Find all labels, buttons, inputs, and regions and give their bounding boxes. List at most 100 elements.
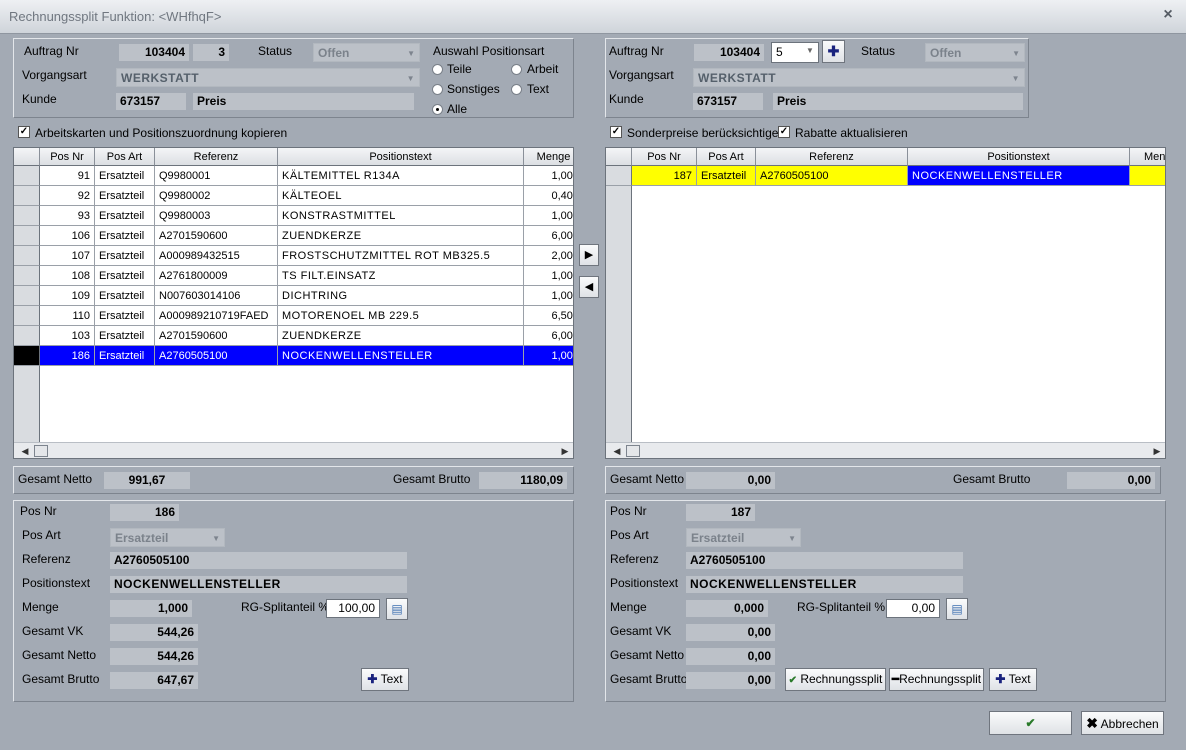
column-header-pos-art[interactable]: Pos Art	[697, 148, 756, 166]
row-indicator[interactable]	[606, 166, 632, 186]
radio-teile[interactable]	[432, 64, 443, 75]
sonderpreise-label: Sonderpreise berücksichtigen	[627, 126, 786, 140]
right-label-positionstext: Positionstext	[610, 576, 679, 590]
left-gesamt-netto: 991,67	[104, 472, 190, 489]
left-status-select[interactable]: Offen ▼	[313, 43, 420, 62]
table-cell-ref: A000989210719FAED	[155, 306, 278, 326]
table-row[interactable]: 186 Ersatzteil A2760505100 NOCKENWELLENSTEL…	[14, 346, 573, 366]
left-hscrollbar[interactable]: ◀ ▶	[14, 442, 573, 458]
right-detail-positionstext: NOCKENWELLENSTELLER	[686, 576, 963, 593]
table-cell-menge: 6,500	[524, 306, 573, 326]
row-indicator[interactable]	[14, 246, 40, 266]
cancel-button[interactable]: ✖ Abbrechen	[1081, 711, 1164, 735]
row-indicator[interactable]	[14, 226, 40, 246]
table-row[interactable]: 187 Ersatzteil A2760505100 NOCKENWELLENSTEL…	[606, 166, 1165, 186]
left-rg-splitanteil-input[interactable]: 100,00	[326, 599, 380, 618]
table-row[interactable]: 108 Ersatzteil A2761800009 TS FILT.EINSATZ 1…	[14, 266, 573, 286]
table-cell-pos: 187	[632, 166, 697, 186]
left-add-text-button[interactable]: ✚ Text	[361, 668, 409, 691]
table-cell-pos: 107	[40, 246, 95, 266]
table-row[interactable]: 109ErsatzteilN007603014106DICHTRING1,000	[14, 286, 573, 306]
table-cell-pos: 186	[40, 346, 95, 366]
scroll-left-icon[interactable]: ◀	[610, 444, 624, 458]
right-auftrag-sub-select[interactable]: 5 ▼	[771, 42, 819, 63]
table-row[interactable]: 110 Ersatzteil A000989210719FAED MOTORENOEL…	[14, 306, 573, 326]
rabatte-label: Rabatte aktualisieren	[795, 126, 908, 140]
left-label-gesamt-netto: Gesamt Netto	[18, 472, 93, 486]
right-add-text-button[interactable]: ✚ Text	[989, 668, 1037, 691]
column-header-pos-nr[interactable]: Pos Nr	[40, 148, 95, 166]
scroll-thumb[interactable]	[34, 445, 48, 457]
table-cell-art: Ersatzteil	[95, 206, 155, 226]
right-vorgangsart-select[interactable]: WERKSTATT ▼	[693, 68, 1025, 87]
column-header-menge[interactable]: Menge	[524, 148, 573, 166]
left-label-positionstext: Positionstext	[22, 576, 91, 590]
table-cell-pos: 106	[40, 226, 95, 246]
column-header-pos-art[interactable]: Pos Art	[95, 148, 155, 166]
right-label-gesamt-brutto-detail: Gesamt Brutto	[610, 672, 688, 686]
move-left-button[interactable]: ◀	[579, 276, 599, 298]
row-indicator[interactable]	[14, 166, 40, 186]
right-add-auftrag-button[interactable]: ✚	[822, 40, 845, 63]
table-cell-art: Ersatzteil	[95, 326, 155, 346]
right-rg-splitanteil-input[interactable]: 0,00	[886, 599, 940, 618]
rabatte-checkbox[interactable]: ✓	[778, 126, 790, 138]
table-row[interactable]: 91 Ersatzteil Q9980001 KÄLTEMITTEL R134A 1,0…	[14, 166, 573, 186]
right-status-select[interactable]: Offen ▼	[925, 43, 1025, 62]
label-kunde: Kunde	[22, 92, 57, 106]
row-indicator[interactable]	[14, 266, 40, 286]
right-hscrollbar[interactable]: ◀ ▶	[606, 442, 1165, 458]
ok-check-icon: ✔	[1025, 716, 1036, 730]
table-row[interactable]: 103ErsatzteilA2701590600ZUENDKERZE6,000	[14, 326, 573, 346]
column-header-referenz[interactable]: Referenz	[756, 148, 908, 166]
column-header-pos-nr[interactable]: Pos Nr	[632, 148, 697, 166]
add-rechnungssplit-button[interactable]: ✔ Rechnungssplit	[785, 668, 886, 691]
arrow-right-icon: ▶	[584, 249, 594, 261]
close-icon[interactable]: ×	[1158, 5, 1178, 25]
copy-checkbox[interactable]: ✓	[18, 126, 30, 138]
left-pos-art-select[interactable]: Ersatzteil ▼	[110, 528, 225, 547]
radio-text[interactable]	[511, 84, 522, 95]
right-pos-art-select[interactable]: Ersatzteil ▼	[686, 528, 801, 547]
table-row[interactable]: 93ErsatzteilQ9980003KONSTRASTMITTEL1,000	[14, 206, 573, 226]
label-status: Status	[258, 44, 293, 58]
scroll-right-icon[interactable]: ▶	[1150, 444, 1164, 458]
right-pos-art-value: Ersatzteil	[691, 531, 745, 545]
ok-button[interactable]: ✔	[989, 711, 1072, 735]
radio-sonstiges[interactable]	[432, 84, 443, 95]
scroll-right-icon[interactable]: ▶	[558, 444, 572, 458]
right-status-value: Offen	[930, 46, 962, 60]
left-label-gesamt-netto-detail: Gesamt Netto	[22, 648, 97, 662]
radio-alle[interactable]	[432, 104, 443, 115]
table-row[interactable]: 107 Ersatzteil A000989432515 FROSTSCHUTZMIT…	[14, 246, 573, 266]
chevron-down-icon: ▼	[407, 49, 415, 58]
row-indicator[interactable]	[14, 346, 40, 366]
right-detail-menge: 0,000	[686, 600, 768, 617]
row-indicator[interactable]	[14, 206, 40, 226]
move-right-button[interactable]: ▶	[579, 244, 599, 266]
row-indicator[interactable]	[14, 286, 40, 306]
left-calculator-button[interactable]: ▤	[386, 598, 408, 620]
table-cell-menge: 1,000	[524, 166, 573, 186]
left-gesamt-brutto: 1180,09	[479, 472, 567, 489]
left-vorgangsart-select[interactable]: WERKSTATT ▼	[116, 68, 420, 87]
right-calculator-button[interactable]: ▤	[946, 598, 968, 620]
column-header-menge[interactable]: Menge	[1130, 148, 1165, 166]
column-header-referenz[interactable]: Referenz	[155, 148, 278, 166]
sonderpreise-checkbox[interactable]: ✓	[610, 126, 622, 138]
radio-arbeit[interactable]	[511, 64, 522, 75]
right-label-rg-splitanteil: RG-Splitanteil %	[797, 600, 886, 614]
row-indicator[interactable]	[14, 326, 40, 346]
column-header-positionstext[interactable]: Positionstext	[278, 148, 524, 166]
table-row[interactable]: 92ErsatzteilQ9980002KÄLTEOEL0,400	[14, 186, 573, 206]
right-auftrag-nr: 103404	[694, 44, 764, 61]
table-row[interactable]: 106ErsatzteilA2701590600ZUENDKERZE6,000	[14, 226, 573, 246]
scroll-thumb[interactable]	[626, 445, 640, 457]
right-label-kunde: Kunde	[609, 92, 644, 106]
scroll-left-icon[interactable]: ◀	[18, 444, 32, 458]
row-indicator[interactable]	[14, 306, 40, 326]
table-cell-ref: A2701590600	[155, 326, 278, 346]
row-indicator[interactable]	[14, 186, 40, 206]
column-header-positionstext[interactable]: Positionstext	[908, 148, 1130, 166]
remove-rechnungssplit-button[interactable]: ━Rechnungssplit	[889, 668, 984, 691]
